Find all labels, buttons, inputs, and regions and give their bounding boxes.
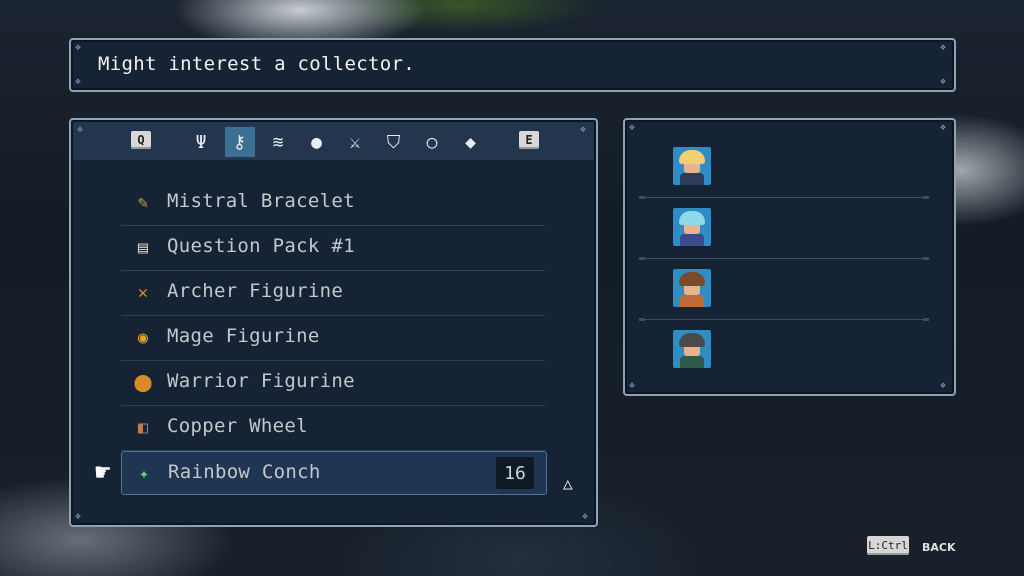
inventory-item[interactable]: ✦ Rainbow Conch 16	[121, 451, 547, 495]
tab-fork-icon[interactable]: Ψ	[186, 127, 216, 157]
inventory-item[interactable]: ◉ Mage Figurine	[121, 316, 545, 361]
item-description: Might interest a collector.	[98, 53, 415, 75]
party-portrait[interactable]	[673, 330, 711, 368]
inventory-item[interactable]: ✎ Mistral Bracelet	[121, 181, 545, 226]
inventory-item[interactable]: ✕ Archer Figurine	[121, 271, 545, 316]
party-divider	[639, 257, 929, 260]
party-portrait[interactable]	[673, 147, 711, 185]
corner-ornament: ❖	[940, 122, 947, 133]
item-name: Mage Figurine	[167, 325, 320, 347]
item-quantity: 16	[496, 457, 534, 489]
tab-key-icon[interactable]: ⚷	[224, 127, 255, 157]
conch-icon: ✦	[138, 464, 150, 484]
bow-figurine-icon: ✕	[137, 283, 149, 303]
divider-end	[639, 196, 645, 199]
portrait-body	[680, 295, 704, 307]
corner-ornament: ❖	[940, 42, 947, 53]
corner-ornament: ❖	[75, 42, 82, 53]
divider-end	[923, 318, 929, 321]
inventory-item[interactable]: ▤ Question Pack #1	[121, 226, 545, 271]
tab-gem-icon[interactable]: ◆	[456, 127, 486, 157]
tab-scroll-icon[interactable]: ≋	[263, 127, 293, 157]
portrait-body	[680, 173, 704, 185]
description-box: ❖ ❖ ❖ ❖ Might interest a collector.	[69, 38, 956, 92]
inventory-item[interactable]: ◧ Copper Wheel	[121, 406, 545, 451]
item-name: Rainbow Conch	[168, 461, 321, 483]
back-key-prompt[interactable]: L:Ctrl	[867, 536, 909, 555]
portrait-hair	[679, 272, 705, 286]
gem-icon: ◆	[465, 131, 476, 153]
next-tab-key[interactable]: E	[519, 131, 539, 149]
tab-ring-icon[interactable]: ○	[417, 127, 447, 157]
scroll-icon: ≋	[272, 131, 284, 153]
corner-ornament: ❖	[582, 511, 589, 522]
portrait-hair	[679, 150, 705, 164]
corner-ornament: ❖	[75, 76, 82, 87]
portrait-hair	[679, 333, 705, 347]
item-name: Archer Figurine	[167, 280, 344, 302]
mage-figurine-icon: ◉	[137, 328, 149, 348]
portrait-body	[680, 356, 704, 368]
category-tab-bar: ❖ ❖ Q Ψ ⚷ ≋ ● ⚔ ⛉ ○ ◆ E	[73, 122, 594, 160]
tab-shield-icon[interactable]: ⛉	[379, 127, 409, 157]
party-portrait[interactable]	[673, 208, 711, 246]
inventory-item[interactable]: ⬤ Warrior Figurine	[121, 361, 545, 406]
party-panel: ❖ ❖ ❖ ❖	[623, 118, 956, 396]
tab-food-icon[interactable]: ●	[302, 127, 332, 157]
party-portrait[interactable]	[673, 269, 711, 307]
warrior-figurine-icon: ⬤	[133, 373, 153, 393]
shield-icon: ⛉	[386, 131, 401, 153]
party-divider	[639, 318, 929, 321]
food-icon: ●	[311, 131, 322, 153]
ring-icon: ○	[426, 131, 438, 153]
corner-ornament: ❖	[629, 122, 636, 133]
fork-icon: Ψ	[195, 131, 207, 153]
copper-wheel-icon: ◧	[137, 418, 149, 438]
corner-ornament: ❖	[629, 380, 636, 391]
corner-ornament: ❖	[77, 124, 84, 135]
item-name: Mistral Bracelet	[167, 190, 355, 212]
party-divider	[639, 196, 929, 199]
sword-icon: ⚔	[349, 131, 361, 153]
portrait-body	[680, 234, 704, 246]
back-label[interactable]: BACK	[922, 541, 956, 554]
scroll-up-arrow-icon[interactable]: △	[563, 474, 573, 493]
key-icon: ⚷	[232, 131, 247, 153]
bracelet-icon: ✎	[137, 193, 149, 213]
corner-ornament: ❖	[940, 380, 947, 391]
cards-icon: ▤	[137, 238, 149, 258]
item-name: Copper Wheel	[167, 415, 308, 437]
item-name: Warrior Figurine	[167, 370, 355, 392]
corner-ornament: ❖	[940, 76, 947, 87]
divider-end	[639, 318, 645, 321]
corner-ornament: ❖	[75, 511, 82, 522]
divider-end	[923, 196, 929, 199]
pointer-hand-icon: ☛	[95, 458, 111, 488]
divider-end	[639, 257, 645, 260]
inventory-panel: ❖ ❖ Q Ψ ⚷ ≋ ● ⚔ ⛉ ○ ◆ E ✎ Mistral Bracelet ▤ Quest…	[69, 118, 598, 527]
portrait-hair	[679, 211, 705, 225]
item-name: Question Pack #1	[167, 235, 355, 257]
corner-ornament: ❖	[580, 124, 587, 135]
divider-end	[923, 257, 929, 260]
prev-tab-key[interactable]: Q	[131, 131, 151, 149]
tab-sword-icon[interactable]: ⚔	[340, 127, 370, 157]
